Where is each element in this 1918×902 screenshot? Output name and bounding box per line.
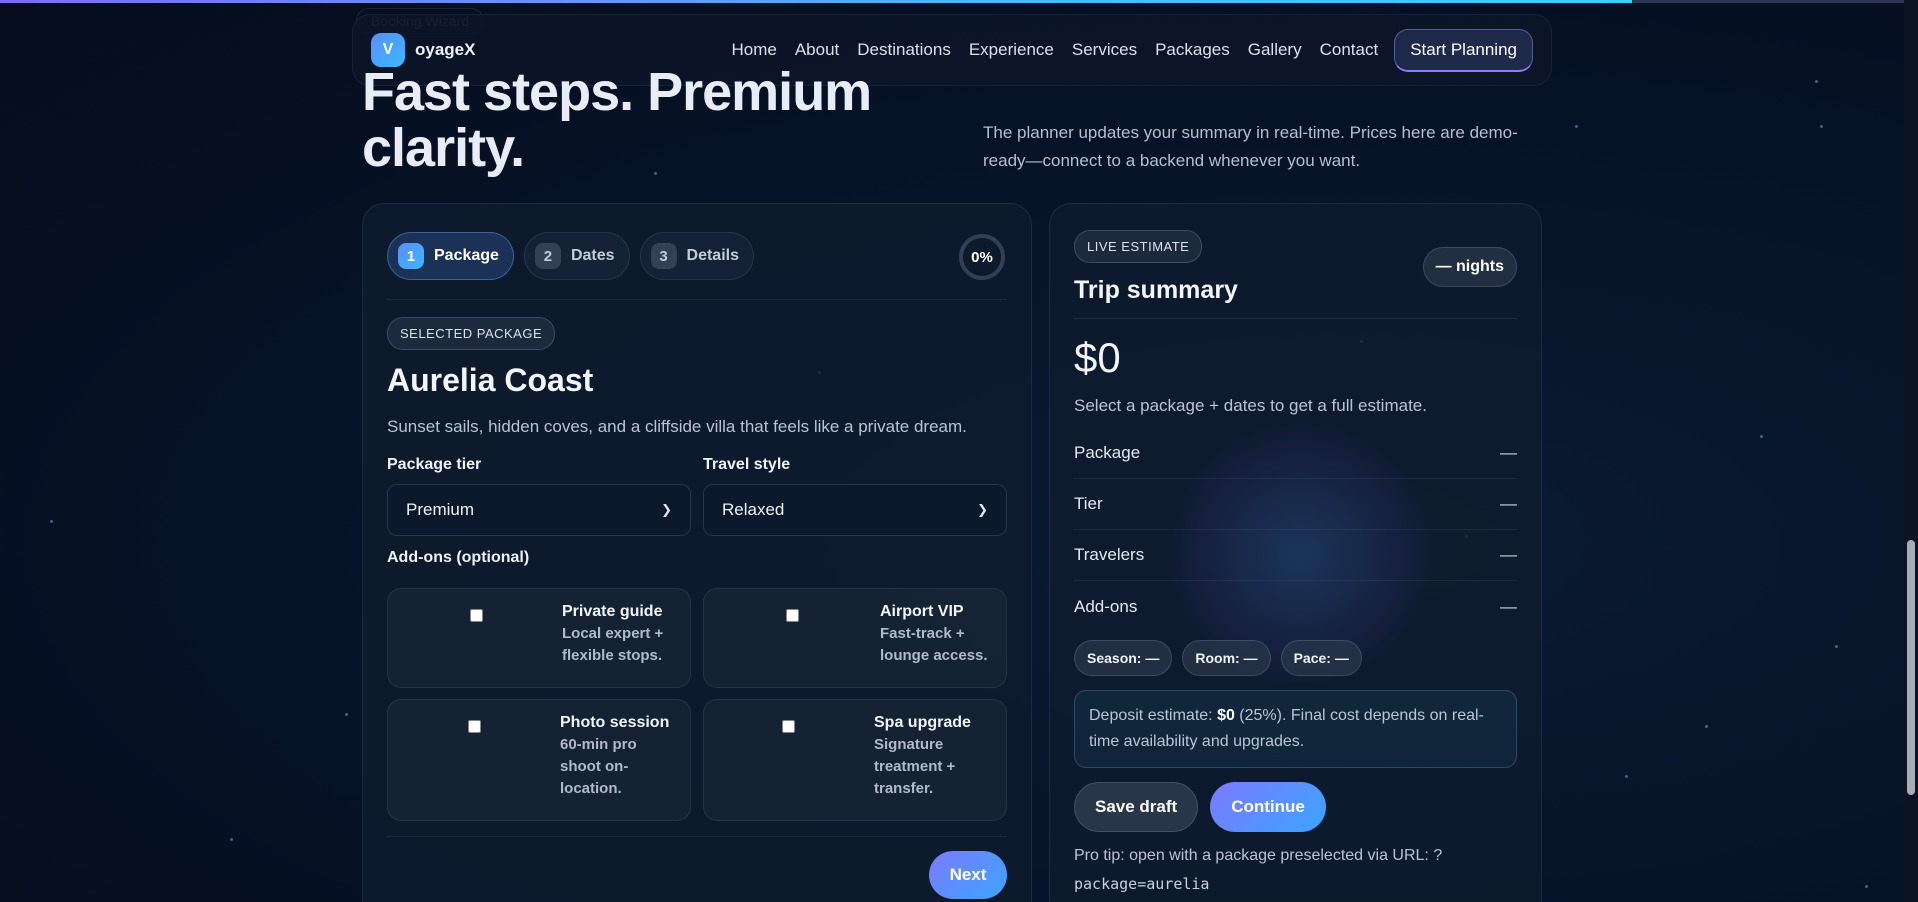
summary-actions: Save draft Continue <box>1074 782 1326 832</box>
divider <box>387 299 1007 300</box>
page-scrollbar[interactable] <box>1904 0 1918 902</box>
total-price: $0 <box>1074 334 1121 381</box>
step-number: 2 <box>534 243 561 269</box>
addon-text: Airport VIP Fast-track + lounge access. <box>880 601 1000 667</box>
nav-link-gallery[interactable]: Gallery <box>1248 40 1302 60</box>
trip-summary-panel: LIVE ESTIMATE — nights Trip summary $0 S… <box>1049 203 1542 902</box>
booking-wizard-panel: 1 Package 2 Dates 3 Details 0% SELECTED … <box>362 203 1032 902</box>
addon-text: Photo session 60-min pro shoot on-locati… <box>560 712 680 800</box>
summary-row-tier: Tier — <box>1074 479 1517 530</box>
row-label: Package <box>1074 443 1141 462</box>
nav-link-home[interactable]: Home <box>731 40 776 60</box>
chevron-down-icon: ❯ <box>977 502 988 517</box>
style-select[interactable]: Relaxed ❯ <box>703 484 1007 536</box>
step-dates[interactable]: 2 Dates <box>523 232 630 280</box>
wizard-steps: 1 Package 2 Dates 3 Details <box>387 232 764 280</box>
summary-row-addons: Add-ons — <box>1074 581 1517 632</box>
summary-row-travelers: Travelers — <box>1074 530 1517 581</box>
nav-link-contact[interactable]: Contact <box>1320 40 1379 60</box>
addon-checkbox[interactable] <box>786 609 799 622</box>
page-progress-line <box>0 0 1632 3</box>
nights-badge: — nights <box>1422 247 1517 287</box>
summary-row-package: Package — <box>1074 428 1517 479</box>
addon-subtitle: Fast-track + lounge access. <box>880 625 988 664</box>
nav-link-about[interactable]: About <box>795 40 839 60</box>
step-details[interactable]: 3 Details <box>639 232 754 280</box>
addon-spa-upgrade[interactable]: Spa upgrade Signature treatment + transf… <box>703 699 1007 821</box>
addon-title: Airport VIP <box>880 603 964 620</box>
addon-subtitle: Signature treatment + transfer. <box>874 736 956 797</box>
hero-description: The planner updates your summary in real… <box>983 123 1518 170</box>
row-label: Add-ons <box>1074 596 1138 616</box>
package-title: Aurelia Coast <box>387 362 594 398</box>
brand-name[interactable]: oyageX <box>415 40 475 60</box>
hero-title: Fast steps. Premium clarity. <box>362 62 872 178</box>
row-value: — <box>1500 494 1517 513</box>
tier-value: Premium <box>406 500 475 519</box>
step-number: 1 <box>398 243 424 269</box>
row-value: — <box>1500 596 1517 616</box>
addon-title: Spa upgrade <box>874 714 971 731</box>
style-label: Travel style <box>703 456 791 473</box>
deposit-prefix: Deposit estimate: <box>1089 707 1218 724</box>
chevron-down-icon: ❯ <box>661 502 672 517</box>
price-note: Select a package + dates to get a full e… <box>1074 396 1427 415</box>
addon-subtitle: Local expert + flexible stops. <box>562 625 664 664</box>
start-planning-button[interactable]: Start Planning <box>1394 28 1533 72</box>
addon-checkbox[interactable] <box>782 720 795 733</box>
step-package[interactable]: 1 Package <box>387 232 514 280</box>
addon-text: Private guide Local expert + flexible st… <box>562 601 682 667</box>
tip-text: Pro tip: open with a package preselected… <box>1074 847 1443 864</box>
summary-chips: Season: — Room: — Pace: — <box>1074 640 1372 676</box>
scrollbar-thumb[interactable] <box>1907 540 1915 795</box>
nav-link-experience[interactable]: Experience <box>969 40 1054 60</box>
addon-subtitle: 60-min pro shoot on-location. <box>560 736 637 797</box>
step-label: Package <box>434 247 499 264</box>
divider <box>1074 318 1517 319</box>
addon-text: Spa upgrade Signature treatment + transf… <box>874 712 994 800</box>
row-label: Tier <box>1074 494 1103 513</box>
continue-button[interactable]: Continue <box>1210 782 1326 832</box>
addon-airport-vip[interactable]: Airport VIP Fast-track + lounge access. <box>703 588 1007 688</box>
row-value: — <box>1500 443 1517 462</box>
page-progress-track <box>1632 0 1918 3</box>
season-chip: Season: — <box>1074 640 1173 676</box>
row-value: — <box>1500 545 1517 564</box>
progress-ring: 0% <box>959 234 1005 280</box>
addon-title: Photo session <box>560 714 670 731</box>
row-label: Travelers <box>1074 545 1145 564</box>
live-estimate-tag: LIVE ESTIMATE <box>1074 230 1203 263</box>
style-value: Relaxed <box>722 500 785 519</box>
addon-checkbox[interactable] <box>470 609 483 622</box>
deposit-note: Deposit estimate: $0 (25%). Final cost d… <box>1074 690 1517 768</box>
step-label: Details <box>686 247 739 264</box>
addon-checkbox[interactable] <box>468 720 481 733</box>
tier-select[interactable]: Premium ❯ <box>387 484 691 536</box>
pro-tip: Pro tip: open with a package preselected… <box>1074 842 1494 899</box>
room-chip: Room: — <box>1182 640 1271 676</box>
divider <box>387 836 1007 837</box>
addon-private-guide[interactable]: Private guide Local expert + flexible st… <box>387 588 691 688</box>
selected-package-tag: SELECTED PACKAGE <box>387 317 556 350</box>
step-number: 3 <box>650 243 677 269</box>
nav-link-services[interactable]: Services <box>1072 40 1137 60</box>
addon-photo-session[interactable]: Photo session 60-min pro shoot on-locati… <box>387 699 691 821</box>
deposit-amount: $0 <box>1217 707 1235 724</box>
nav-link-destinations[interactable]: Destinations <box>857 40 951 60</box>
addon-title: Private guide <box>562 603 663 620</box>
tier-label: Package tier <box>387 456 482 473</box>
next-button[interactable]: Next <box>929 851 1007 899</box>
package-description: Sunset sails, hidden coves, and a cliffs… <box>387 417 967 436</box>
tip-code: package=aurelia <box>1074 875 1210 893</box>
addons-label: Add-ons (optional) <box>387 549 530 566</box>
step-label: Dates <box>570 247 615 264</box>
save-draft-button[interactable]: Save draft <box>1074 782 1199 832</box>
nav-link-packages[interactable]: Packages <box>1155 40 1230 60</box>
pace-chip: Pace: — <box>1280 640 1362 676</box>
summary-title: Trip summary <box>1074 276 1238 304</box>
